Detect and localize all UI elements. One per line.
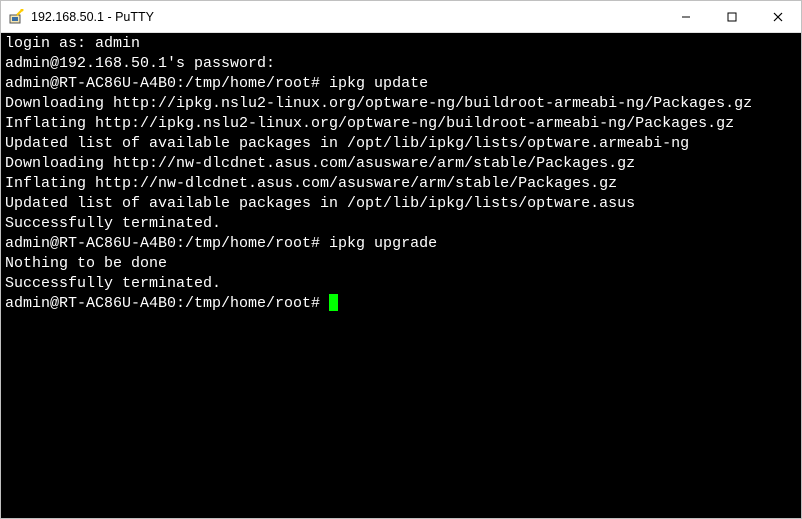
titlebar[interactable]: 192.168.50.1 - PuTTY bbox=[1, 1, 801, 33]
terminal-line: admin@RT-AC86U-A4B0:/tmp/home/root# bbox=[5, 295, 329, 312]
minimize-button[interactable] bbox=[663, 1, 709, 32]
terminal-line: admin@192.168.50.1's password: bbox=[5, 55, 275, 72]
terminal-line: Successfully terminated. bbox=[5, 215, 221, 232]
maximize-button[interactable] bbox=[709, 1, 755, 32]
window-title: 192.168.50.1 - PuTTY bbox=[31, 10, 663, 24]
putty-window: 192.168.50.1 - PuTTY login as: admin adm… bbox=[0, 0, 802, 519]
window-controls bbox=[663, 1, 801, 32]
terminal-cursor bbox=[329, 294, 338, 311]
terminal-line: Successfully terminated. bbox=[5, 275, 221, 292]
terminal-area[interactable]: login as: admin admin@192.168.50.1's pas… bbox=[1, 33, 801, 518]
terminal-line: admin@RT-AC86U-A4B0:/tmp/home/root# ipkg… bbox=[5, 75, 428, 92]
close-button[interactable] bbox=[755, 1, 801, 32]
terminal-line: Updated list of available packages in /o… bbox=[5, 195, 635, 212]
terminal-line: login as: admin bbox=[5, 35, 140, 52]
terminal-line: admin@RT-AC86U-A4B0:/tmp/home/root# ipkg… bbox=[5, 235, 437, 252]
terminal-line: Inflating http://nw-dlcdnet.asus.com/asu… bbox=[5, 175, 617, 192]
putty-icon bbox=[9, 9, 25, 25]
terminal-line: Nothing to be done bbox=[5, 255, 167, 272]
terminal-line: Updated list of available packages in /o… bbox=[5, 135, 689, 152]
terminal-line: Downloading http://nw-dlcdnet.asus.com/a… bbox=[5, 155, 635, 172]
terminal-line: Downloading http://ipkg.nslu2-linux.org/… bbox=[5, 95, 752, 112]
terminal-line: Inflating http://ipkg.nslu2-linux.org/op… bbox=[5, 115, 734, 132]
